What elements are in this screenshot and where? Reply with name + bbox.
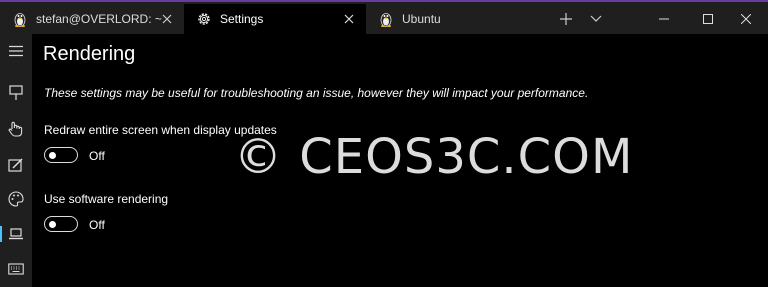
hamburger-menu-button[interactable] (0, 38, 32, 64)
tab-dropdown-button[interactable] (581, 4, 611, 34)
sidebar-item-rendering[interactable] (0, 221, 32, 247)
minimize-button[interactable] (642, 4, 686, 34)
close-tab-icon[interactable] (160, 12, 174, 26)
gear-icon (196, 11, 212, 27)
linux-penguin-icon (12, 11, 28, 27)
linux-penguin-icon (378, 11, 394, 27)
rendering-icon (9, 228, 23, 240)
title-bar: stefan@OVERLORD: ~ Settings Ubuntu (0, 2, 768, 34)
sidebar-item-startup[interactable] (0, 80, 32, 106)
sidebar-item-appearance[interactable] (0, 152, 32, 178)
watermark: © CEOS3C.COM (234, 129, 634, 185)
close-tab-icon[interactable] (342, 12, 356, 26)
tab-linux-shell[interactable]: stefan@OVERLORD: ~ (0, 4, 184, 34)
toggle-knob (49, 151, 56, 159)
close-icon (741, 14, 751, 24)
sidebar-item-color-schemes[interactable] (0, 186, 32, 212)
new-tab-button[interactable] (551, 4, 581, 34)
settings-sidebar (0, 34, 32, 287)
plus-icon (560, 13, 572, 25)
color-schemes-icon (8, 191, 24, 207)
tab-settings[interactable]: Settings (184, 4, 366, 34)
page-description: These settings may be useful for trouble… (44, 86, 589, 100)
redraw-toggle-state: Off (89, 149, 105, 163)
hamburger-menu-icon (9, 45, 23, 57)
tab-label: stefan@OVERLORD: ~ (36, 12, 162, 26)
appearance-icon (8, 158, 23, 172)
software-rendering-toggle[interactable] (44, 216, 78, 232)
software-rendering-toggle-state: Off (89, 218, 105, 232)
page-title: Rendering (43, 43, 136, 65)
chevron-down-icon (590, 15, 602, 22)
sidebar-item-interaction[interactable] (0, 116, 32, 142)
interaction-icon (8, 121, 23, 137)
setting-label-software-rendering: Use software rendering (44, 192, 169, 206)
sidebar-item-actions[interactable] (0, 256, 32, 282)
redraw-toggle[interactable] (44, 147, 78, 163)
tab-label: Ubuntu (402, 12, 441, 26)
keyboard-icon (8, 263, 24, 275)
toggle-knob (49, 220, 56, 228)
maximize-icon (703, 14, 713, 24)
minimize-icon (659, 18, 669, 20)
startup-icon (9, 85, 23, 100)
tab-label: Settings (220, 12, 264, 26)
close-window-button[interactable] (724, 4, 768, 34)
tab-ubuntu[interactable]: Ubuntu (366, 4, 546, 34)
